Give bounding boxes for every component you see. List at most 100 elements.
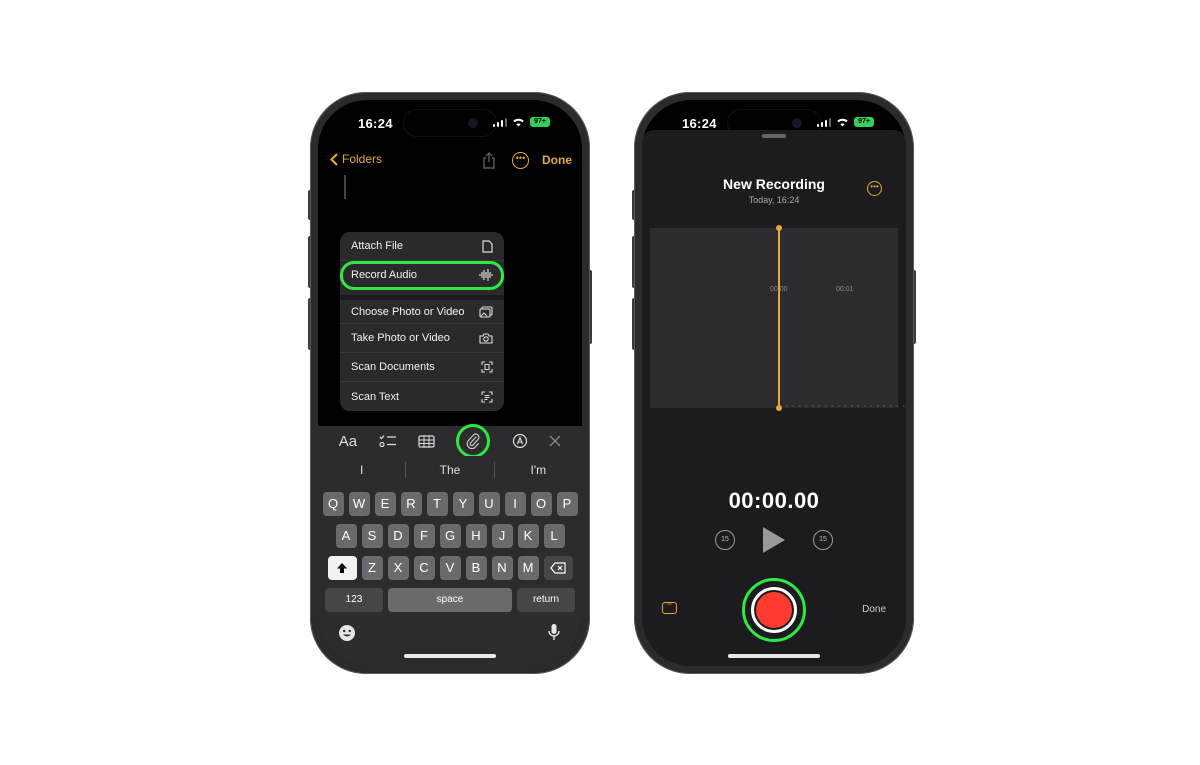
menu-item-label: Scan Documents bbox=[351, 361, 435, 373]
dynamic-island bbox=[404, 110, 496, 136]
status-bar: 16:24 97+ bbox=[318, 100, 582, 144]
attachment-button[interactable] bbox=[456, 424, 491, 458]
recording-more-button[interactable]: ••• bbox=[867, 181, 882, 196]
record-button-ring bbox=[751, 587, 797, 633]
playhead[interactable] bbox=[776, 225, 782, 411]
notes-navbar: Folders ••• Done bbox=[318, 150, 582, 174]
playback-controls: 15 15 bbox=[642, 525, 906, 555]
record-button[interactable] bbox=[742, 578, 806, 642]
system-indicators: 97+ bbox=[492, 117, 550, 127]
folders-label: Folders bbox=[342, 152, 383, 166]
key[interactable]: D bbox=[387, 524, 409, 548]
key[interactable]: M bbox=[517, 556, 539, 580]
microphone-icon[interactable] bbox=[548, 623, 560, 641]
key[interactable]: L bbox=[543, 524, 565, 548]
text-cursor bbox=[344, 175, 346, 199]
menu-item-label: Take Photo or Video bbox=[351, 332, 450, 344]
waveform-area[interactable] bbox=[650, 225, 906, 411]
attachment-menu: Attach File Record Audio Choose Photo or… bbox=[340, 232, 504, 411]
recording-date: Today, 16:24 bbox=[748, 195, 800, 205]
key-row-1: Q W E R T Y U I O P bbox=[318, 492, 582, 516]
menu-item-label: Choose Photo or Video bbox=[351, 305, 465, 318]
suggestion[interactable]: I bbox=[318, 463, 405, 477]
camera-icon bbox=[468, 118, 478, 128]
key-row-3: Z X C V B N M bbox=[318, 556, 582, 580]
predictive-bar: I The I'm bbox=[318, 456, 582, 484]
checklist-icon[interactable] bbox=[378, 434, 397, 448]
chevron-left-icon bbox=[330, 152, 338, 166]
key[interactable]: Q bbox=[322, 492, 344, 516]
menu-item-take-photo[interactable]: Take Photo or Video bbox=[340, 324, 504, 353]
key[interactable]: H bbox=[465, 524, 487, 548]
menu-item-scan-text[interactable]: Scan Text bbox=[340, 382, 504, 411]
text-style-button[interactable]: Aa bbox=[339, 433, 357, 450]
menu-item-choose-photo[interactable]: Choose Photo or Video bbox=[340, 295, 504, 324]
wifi-icon bbox=[513, 118, 524, 127]
key[interactable]: T bbox=[426, 492, 448, 516]
recording-timer: 00:00.00 bbox=[728, 488, 820, 513]
key[interactable]: J bbox=[491, 524, 513, 548]
more-options-button[interactable]: ••• bbox=[512, 152, 529, 169]
notes-screen: 16:24 97+ Folders ••• Done Attach File R… bbox=[318, 100, 582, 666]
system-indicators: 97+ bbox=[816, 117, 874, 127]
shift-icon bbox=[337, 563, 347, 573]
return-key[interactable]: return bbox=[517, 588, 575, 612]
key[interactable]: C bbox=[413, 556, 435, 580]
recording-done-button[interactable]: Done bbox=[862, 604, 886, 615]
key[interactable]: S bbox=[361, 524, 383, 548]
key[interactable]: P bbox=[556, 492, 578, 516]
key[interactable]: R bbox=[400, 492, 422, 516]
waveform-icon bbox=[479, 269, 493, 281]
key[interactable]: Y bbox=[452, 492, 474, 516]
sheet-grabber[interactable] bbox=[762, 134, 786, 138]
key[interactable]: K bbox=[517, 524, 539, 548]
home-indicator[interactable] bbox=[404, 654, 496, 658]
keyboard: I The I'm Q W E R T Y U I O P A S D F G … bbox=[318, 456, 582, 666]
key[interactable]: G bbox=[439, 524, 461, 548]
key[interactable]: V bbox=[439, 556, 461, 580]
battery-icon: 97+ bbox=[530, 117, 550, 127]
menu-item-scan-documents[interactable]: Scan Documents bbox=[340, 353, 504, 382]
transcript-button[interactable]: "" bbox=[662, 602, 677, 614]
menu-item-attach-file[interactable]: Attach File bbox=[340, 232, 504, 261]
key[interactable]: X bbox=[387, 556, 409, 580]
status-time: 16:24 bbox=[682, 116, 717, 131]
key[interactable]: E bbox=[374, 492, 396, 516]
text-scanner-icon bbox=[481, 390, 493, 403]
wifi-icon bbox=[837, 118, 848, 127]
space-key[interactable]: space bbox=[388, 588, 512, 612]
delete-key[interactable] bbox=[543, 556, 573, 580]
key[interactable]: N bbox=[491, 556, 513, 580]
suggestion[interactable]: The bbox=[406, 463, 493, 477]
record-dot-icon bbox=[756, 592, 792, 628]
key[interactable]: I bbox=[504, 492, 526, 516]
markup-icon[interactable] bbox=[512, 433, 528, 449]
key[interactable]: Z bbox=[361, 556, 383, 580]
done-button[interactable]: Done bbox=[542, 153, 572, 167]
camera-icon bbox=[792, 118, 802, 128]
key[interactable]: W bbox=[348, 492, 370, 516]
menu-item-record-audio[interactable]: Record Audio bbox=[340, 261, 504, 290]
skip-forward-button[interactable]: 15 bbox=[813, 530, 833, 550]
folders-back-button[interactable]: Folders bbox=[330, 152, 382, 166]
emoji-icon[interactable] bbox=[338, 624, 356, 642]
key[interactable]: U bbox=[478, 492, 500, 516]
share-button[interactable] bbox=[482, 152, 496, 174]
numbers-key[interactable]: 123 bbox=[325, 588, 383, 612]
phone-notes: 16:24 97+ Folders ••• Done Attach File R… bbox=[310, 92, 590, 674]
close-icon[interactable] bbox=[549, 435, 561, 447]
key[interactable]: A bbox=[335, 524, 357, 548]
play-button[interactable] bbox=[763, 527, 785, 553]
key[interactable]: B bbox=[465, 556, 487, 580]
skip-back-button[interactable]: 15 bbox=[715, 530, 735, 550]
key-row-4: 123 space return bbox=[318, 588, 582, 612]
shift-key[interactable] bbox=[327, 556, 357, 580]
camera-icon bbox=[479, 332, 493, 344]
status-time: 16:24 bbox=[358, 116, 393, 131]
home-indicator[interactable] bbox=[728, 654, 820, 658]
timeline-tick: 00:00 bbox=[770, 286, 788, 293]
key[interactable]: O bbox=[530, 492, 552, 516]
suggestion[interactable]: I'm bbox=[495, 463, 582, 477]
table-icon[interactable] bbox=[418, 434, 435, 448]
key[interactable]: F bbox=[413, 524, 435, 548]
